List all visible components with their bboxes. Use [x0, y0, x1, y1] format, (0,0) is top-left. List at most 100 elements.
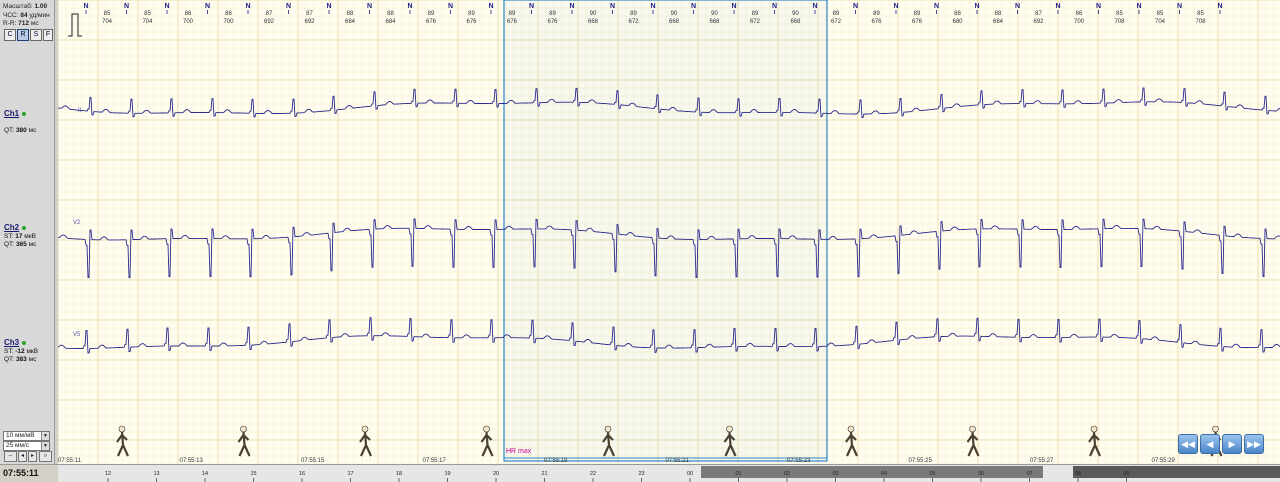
gain-select[interactable]: 10 мм/мВ ▼	[3, 431, 50, 441]
rewind-fast-button[interactable]: ◀◀	[1178, 434, 1198, 454]
heart-rate-readout: ЧСС: 84 уд/мин	[3, 12, 50, 19]
beat-label: N	[407, 3, 412, 10]
scale-tick-label: 12	[105, 471, 111, 477]
beat-rr-value: 684	[993, 19, 1004, 25]
zoom-button[interactable]: ⌕	[39, 451, 52, 462]
hr-max-annotation: HR max	[506, 448, 532, 455]
current-time-readout: 07:55:11	[3, 468, 39, 478]
channel-3-label[interactable]: Ch3	[4, 338, 19, 347]
channel-1-info: Ch1 QT: 380 мс	[4, 109, 37, 135]
zoom-fit-button[interactable]: ⇔	[4, 451, 17, 462]
beat-hr-value: 89	[833, 11, 840, 17]
beat-hr-value: 89	[914, 11, 921, 17]
channel-3-status-icon	[22, 341, 27, 346]
beat-rr-value: 692	[304, 19, 315, 25]
speed-select[interactable]: 25 мм/с ▼	[3, 441, 50, 451]
beat-rr-value: 672	[831, 19, 842, 25]
beat-rr-value: 700	[1074, 19, 1085, 25]
beat-rr-value: 700	[183, 19, 194, 25]
recording-segment	[701, 466, 1043, 478]
mode-f-button[interactable]: F	[43, 29, 53, 41]
play-left-icon: ◀	[1206, 439, 1214, 449]
beat-hr-value: 88	[954, 11, 961, 17]
timeline-bar[interactable]: 07:55:11 12 13 14 15 16 17 18 19 20 21 22 23 00 01 02 0…	[0, 464, 1280, 482]
beat-rr-value: 704	[102, 19, 113, 25]
beat-label: N	[286, 3, 291, 10]
double-chevron-left-icon: ◀◀	[1181, 439, 1195, 449]
chevron-down-icon: ▼	[41, 432, 49, 440]
time-scale[interactable]: 12 13 14 15 16 17 18 19 20 21 22 23 00 01 02 03 04 05 06 07…	[58, 465, 1280, 482]
beat-rr-value: 684	[385, 19, 396, 25]
next-step-button[interactable]: ▸	[28, 451, 37, 462]
beat-rr-value: 704	[1155, 19, 1166, 25]
channel-2-status-icon	[22, 226, 27, 231]
prev-step-button[interactable]: ◂	[18, 451, 27, 462]
beat-rr-value: 692	[264, 19, 275, 25]
play-right-icon: ▶	[1228, 439, 1236, 449]
beat-label: N	[1217, 3, 1222, 10]
beat-hr-value: 89	[873, 11, 880, 17]
play-forward-button[interactable]: ▶	[1222, 434, 1242, 454]
beat-label: N	[205, 3, 210, 10]
scale-tick-label: 00	[687, 471, 693, 477]
scale-tick-label: 05	[929, 471, 935, 477]
recording-segment-dark	[1073, 466, 1280, 478]
beat-hr-value: 87	[266, 11, 273, 17]
scale-tick-label: 23	[638, 471, 644, 477]
beat-hr-value: 85	[144, 11, 151, 17]
beat-rr-value: 680	[952, 19, 963, 25]
beat-hr-value: 86	[225, 11, 232, 17]
beat-label: N	[974, 3, 979, 10]
mode-s-button[interactable]: S	[30, 29, 42, 41]
scale-tick-label: 06	[978, 471, 984, 477]
beat-label: N	[448, 3, 453, 10]
beat-label: N	[326, 3, 331, 10]
beat-label: N	[1136, 3, 1141, 10]
beat-hr-value: 89	[428, 11, 435, 17]
lead-label: V5	[73, 332, 81, 338]
lead-label: II	[78, 108, 82, 114]
beat-rr-value: 704	[142, 19, 153, 25]
beat-rr-value: 692	[1033, 19, 1044, 25]
beat-label: N	[164, 3, 169, 10]
beat-rr-value: 708	[1195, 19, 1206, 25]
beat-label: N	[1096, 3, 1101, 10]
beat-hr-value: 86	[1076, 11, 1083, 17]
scale-tick-label: 04	[881, 471, 887, 477]
channel-2-info: Ch2 ST: 17 мкВ QT: 365 мс	[4, 223, 37, 249]
beat-rr-value: 684	[345, 19, 356, 25]
beat-hr-value: 85	[104, 11, 111, 17]
beat-hr-value: 87	[1035, 11, 1042, 17]
channel-2-label[interactable]: Ch2	[4, 223, 19, 232]
beat-hr-value: 85	[1116, 11, 1123, 17]
scale-tick-label: 15	[250, 471, 256, 477]
beat-label: N	[893, 3, 898, 10]
scale-tick-label: 14	[202, 471, 208, 477]
scale-tick-label: 01	[735, 471, 741, 477]
lead-label: V2	[73, 220, 81, 226]
beat-hr-value: 89	[468, 11, 475, 17]
scale-tick-label: 08	[1075, 471, 1081, 477]
fit-width-icon: ⇔	[7, 453, 14, 459]
mode-c-button[interactable]: C	[4, 29, 16, 41]
channel-1-label[interactable]: Ch1	[4, 109, 19, 118]
beat-label: N	[1015, 3, 1020, 10]
step-left-icon: ◂	[20, 453, 24, 459]
forward-fast-button[interactable]: ▶▶	[1244, 434, 1264, 454]
mode-r-button[interactable]: R	[17, 29, 29, 41]
double-chevron-right-icon: ▶▶	[1247, 439, 1261, 449]
beat-hr-value: 85	[1157, 11, 1164, 17]
beat-hr-value: 85	[1197, 11, 1204, 17]
scale-tick-label: 16	[299, 471, 305, 477]
scale-tick-label: 20	[493, 471, 499, 477]
scale-tick-label: 03	[832, 471, 838, 477]
beat-hr-value: 86	[185, 11, 192, 17]
scale-tick-label: 21	[541, 471, 547, 477]
magnifier-icon: ⌕	[43, 453, 48, 459]
beat-rr-value: 676	[912, 19, 923, 25]
beat-label: N	[853, 3, 858, 10]
holter-ecg-viewer: Масштаб: 1.00 ЧСС: 84 уд/мин R-R: 712 мс…	[0, 0, 1280, 482]
rr-interval-readout: R-R: 712 мс	[3, 20, 39, 27]
ecg-strip[interactable]: NNNNNNNNNNNNNNNNNNNNNNNNNNNNN85704857048…	[58, 0, 1280, 464]
play-back-button[interactable]: ◀	[1200, 434, 1220, 454]
